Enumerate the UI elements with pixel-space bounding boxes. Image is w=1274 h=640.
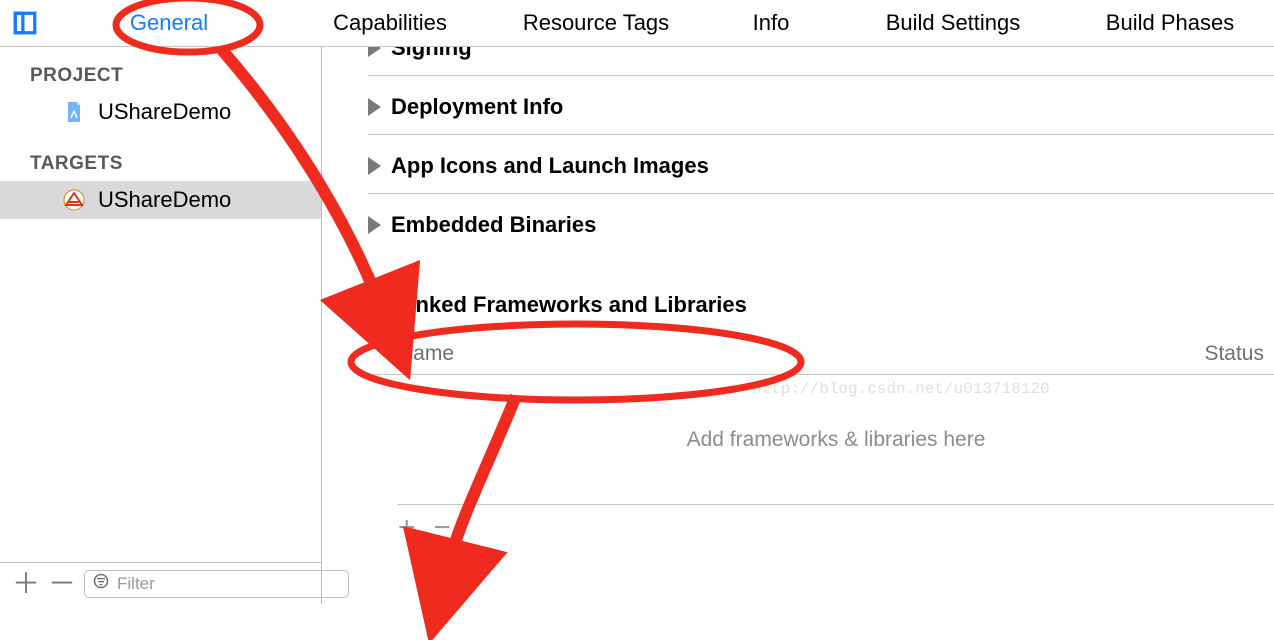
- column-name: Name: [398, 342, 454, 366]
- disclosure-triangle-icon[interactable]: [368, 301, 386, 314]
- table-header-row: Name Status: [368, 334, 1274, 375]
- editor-pane: Signing Deployment Info App Icons and La…: [322, 47, 1274, 604]
- filter-field[interactable]: [84, 570, 349, 598]
- section-signing: Signing: [368, 47, 1274, 76]
- project-heading: PROJECT: [0, 47, 321, 93]
- tab-resource-tags[interactable]: Resource Tags: [486, 10, 706, 36]
- section-embedded-binaries: Embedded Binaries: [368, 194, 1274, 252]
- section-title: Linked Frameworks and Libraries: [396, 292, 747, 318]
- disclosure-triangle-icon[interactable]: [368, 47, 381, 57]
- disclosure-triangle-icon[interactable]: [368, 98, 381, 116]
- sidebar-footer: ＋ －: [0, 562, 321, 604]
- target-item-label: UShareDemo: [98, 187, 231, 213]
- targets-heading: TARGETS: [0, 131, 321, 181]
- xcodeproj-icon: [62, 100, 86, 124]
- section-deployment-info: Deployment Info: [368, 76, 1274, 135]
- disclosure-triangle-icon[interactable]: [368, 157, 381, 175]
- table-footer-buttons: + −: [368, 505, 1274, 543]
- disclosure-triangle-icon[interactable]: [368, 216, 381, 234]
- target-item[interactable]: UShareDemo: [0, 181, 321, 219]
- root: General Capabilities Resource Tags Info …: [0, 0, 1274, 640]
- tab-build-settings[interactable]: Build Settings: [836, 10, 1070, 36]
- section-title: Embedded Binaries: [391, 212, 596, 238]
- add-framework-button[interactable]: +: [398, 513, 416, 543]
- section-title: Deployment Info: [391, 94, 563, 120]
- body-columns: PROJECT UShareDemo TARGETS UShareDemo ＋ …: [0, 47, 1274, 604]
- remove-target-button[interactable]: －: [48, 570, 70, 598]
- tab-build-phases[interactable]: Build Phases: [1070, 10, 1270, 36]
- remove-framework-button[interactable]: −: [434, 513, 452, 543]
- project-navigator: PROJECT UShareDemo TARGETS UShareDemo ＋ …: [0, 47, 322, 604]
- tabs: General Capabilities Resource Tags Info …: [44, 10, 1274, 36]
- section-title: Signing: [391, 47, 472, 61]
- filter-scope-icon: [93, 572, 109, 595]
- project-item[interactable]: UShareDemo: [0, 93, 321, 131]
- section-linked-frameworks: Linked Frameworks and Libraries Name Sta…: [368, 252, 1274, 557]
- column-status: Status: [1204, 342, 1264, 366]
- linked-frameworks-table: Name Status Add frameworks & libraries h…: [368, 334, 1274, 543]
- add-target-button[interactable]: ＋: [12, 570, 34, 598]
- tab-capabilities[interactable]: Capabilities: [294, 10, 486, 36]
- section-title: App Icons and Launch Images: [391, 153, 709, 179]
- editor-tab-bar: General Capabilities Resource Tags Info …: [0, 0, 1274, 47]
- filter-input[interactable]: [115, 573, 340, 595]
- document-outline-icon[interactable]: [12, 10, 38, 36]
- tab-info[interactable]: Info: [706, 10, 836, 36]
- project-item-label: UShareDemo: [98, 99, 231, 125]
- tab-general[interactable]: General: [44, 10, 294, 36]
- section-app-icons: App Icons and Launch Images: [368, 135, 1274, 194]
- app-target-icon: [62, 188, 86, 212]
- table-empty-placeholder: Add frameworks & libraries here: [398, 375, 1274, 505]
